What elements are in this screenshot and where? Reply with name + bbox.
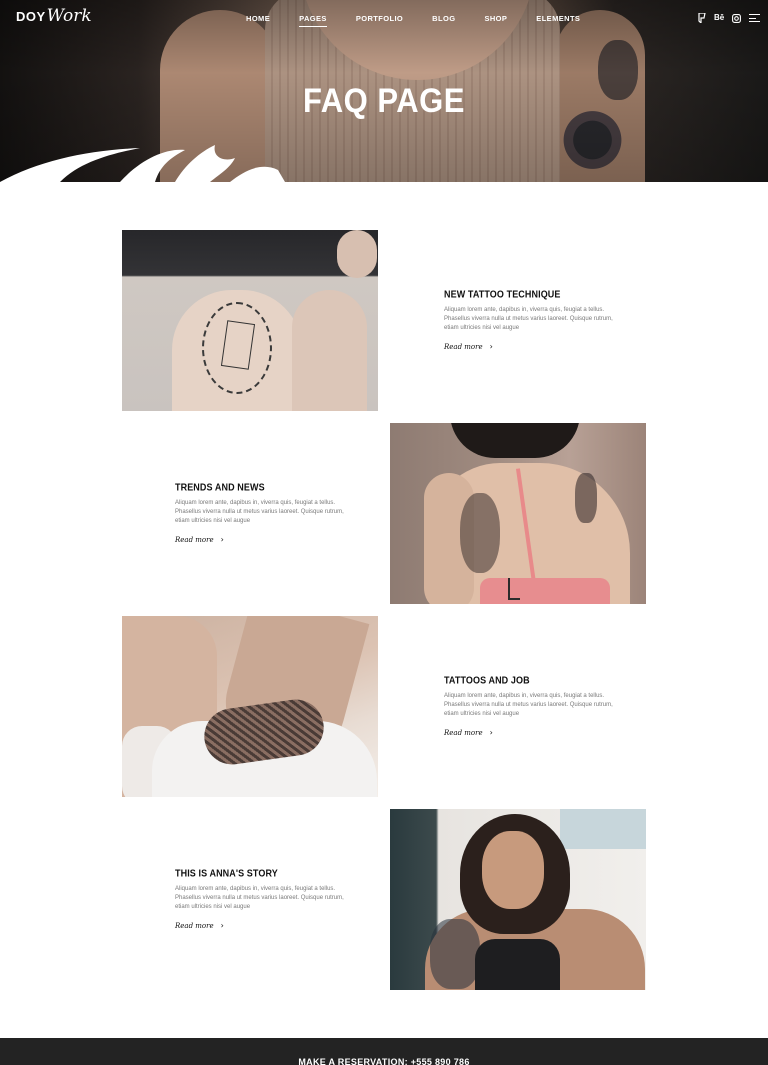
hero-banner: DOY Work HOME PAGES PORTFOLIO BLOG SHOP …: [0, 0, 768, 182]
nav-item-portfolio[interactable]: PORTFOLIO: [356, 14, 403, 23]
header-tools: Bē: [698, 13, 761, 23]
read-more-link[interactable]: Read more ›: [444, 728, 614, 737]
instagram-icon[interactable]: [732, 13, 742, 23]
faq-image-anna-portrait: [390, 809, 646, 990]
nav-item-pages[interactable]: PAGES: [299, 14, 327, 27]
read-more-label: Read more: [175, 535, 214, 544]
chevron-right-icon: ›: [489, 342, 493, 351]
foursquare-icon[interactable]: [698, 13, 706, 23]
faq-text: TRENDS AND NEWS Aliquam lorem ante, dapi…: [175, 481, 345, 545]
faq-title: TATTOOS AND JOB: [444, 674, 530, 686]
faq-body: Aliquam lorem ante, dapibus in, viverra …: [175, 886, 344, 910]
nav-item-blog[interactable]: BLOG: [432, 14, 455, 23]
faq-text: TATTOOS AND JOB Aliquam lorem ante, dapi…: [444, 674, 614, 738]
faq-image-snake-tattoo: [122, 616, 378, 797]
read-more-label: Read more: [444, 728, 483, 737]
faq-item: THIS IS ANNA'S STORY Aliquam lorem ante,…: [122, 809, 646, 990]
faq-title: TRENDS AND NEWS: [175, 481, 265, 493]
nav-item-elements[interactable]: ELEMENTS: [536, 14, 580, 23]
read-more-link[interactable]: Read more ›: [175, 535, 345, 544]
reservation-text[interactable]: MAKE A RESERVATION: +555 890 786: [0, 1057, 768, 1065]
faq-item: TATTOOS AND JOB Aliquam lorem ante, dapi…: [122, 616, 646, 797]
read-more-label: Read more: [444, 342, 483, 351]
menu-icon[interactable]: [749, 14, 761, 22]
nav-item-shop[interactable]: SHOP: [484, 14, 507, 23]
main-nav: HOME PAGES PORTFOLIO BLOG SHOP ELEMENTS: [246, 14, 609, 27]
faq-item: NEW TATTOO TECHNIQUE Aliquam lorem ante,…: [122, 230, 646, 411]
logo-main-text: DOY: [16, 9, 46, 24]
faq-body: Aliquam lorem ante, dapibus in, viverra …: [444, 693, 613, 717]
footer-bar: MAKE A RESERVATION: +555 890 786: [0, 1038, 768, 1065]
read-more-link[interactable]: Read more ›: [444, 342, 614, 351]
chevron-right-icon: ›: [220, 535, 224, 544]
read-more-label: Read more: [175, 921, 214, 930]
chevron-right-icon: ›: [489, 728, 493, 737]
faq-body: Aliquam lorem ante, dapibus in, viverra …: [175, 500, 344, 524]
faq-title: THIS IS ANNA'S STORY: [175, 867, 278, 879]
chevron-right-icon: ›: [220, 921, 224, 930]
site-logo[interactable]: DOY Work: [16, 6, 92, 26]
faq-title: NEW TATTOO TECHNIQUE: [444, 288, 561, 300]
faq-text: THIS IS ANNA'S STORY Aliquam lorem ante,…: [175, 867, 345, 931]
logo-script-text: Work: [46, 6, 92, 26]
hero-ornament-swirl: [0, 145, 285, 182]
faq-image-fox-tattoo: [122, 230, 378, 411]
nav-item-home[interactable]: HOME: [246, 14, 270, 23]
faq-item: TRENDS AND NEWS Aliquam lorem ante, dapi…: [122, 423, 646, 604]
faq-text: NEW TATTOO TECHNIQUE Aliquam lorem ante,…: [444, 288, 614, 352]
page-title: FAQ PAGE: [303, 81, 465, 120]
behance-icon[interactable]: Bē: [714, 13, 724, 23]
faq-body: Aliquam lorem ante, dapibus in, viverra …: [444, 307, 613, 331]
read-more-link[interactable]: Read more ›: [175, 921, 345, 930]
faq-image-back-tattoo: [390, 423, 646, 604]
